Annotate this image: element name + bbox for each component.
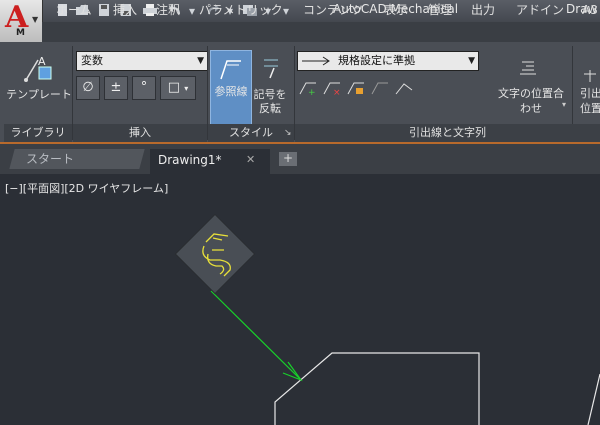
leader-extra-label[interactable]: 引出 位置 bbox=[580, 86, 600, 116]
tab-annotate[interactable]: 注釈 bbox=[156, 1, 180, 19]
drawing-tab-label: Drawing1* bbox=[158, 153, 222, 167]
tab-manage[interactable]: 管理 bbox=[428, 1, 452, 19]
leader-text-panel-title: 引出線と文字列 bbox=[295, 124, 600, 142]
chevron-down-icon: ▼ bbox=[468, 56, 475, 66]
tab-output[interactable]: 出力 bbox=[471, 1, 495, 19]
tab-home[interactable]: ホーム bbox=[56, 1, 92, 19]
leader-arrow-icon bbox=[302, 56, 330, 66]
leader-line bbox=[210, 290, 301, 380]
chevron-down-icon: ▼ bbox=[32, 15, 39, 24]
reference-line-button[interactable]: 参照線 bbox=[210, 50, 252, 126]
chevron-down-icon[interactable]: ▾ bbox=[562, 100, 566, 109]
plus-minus-symbol-button[interactable]: ± bbox=[104, 76, 128, 100]
svg-text:A: A bbox=[38, 55, 46, 68]
symbol-flip-label[interactable]: 記号を反転 bbox=[250, 88, 290, 116]
chevron-down-icon: ▾ bbox=[184, 84, 189, 93]
square-symbol-label: □ bbox=[167, 80, 181, 95]
symbol-flip-icon[interactable] bbox=[260, 54, 282, 83]
svg-text:×: × bbox=[333, 88, 341, 96]
app-sub-label: M bbox=[16, 28, 25, 38]
variable-combo[interactable]: 変数 ▼ bbox=[76, 51, 208, 71]
attach-leader-icon[interactable] bbox=[346, 80, 366, 99]
tab-addins[interactable]: アドイン bbox=[516, 1, 564, 19]
insert-panel-title: 挿入 bbox=[73, 124, 207, 142]
svg-text:+: + bbox=[308, 88, 316, 96]
degree-symbol-button[interactable]: ° bbox=[132, 76, 156, 100]
leader-shape-icon[interactable] bbox=[394, 80, 414, 99]
tab-insert[interactable]: 挿入 bbox=[113, 1, 137, 19]
tab-content[interactable]: コンテンツ bbox=[303, 1, 363, 19]
chevron-down-icon[interactable]: ▾ bbox=[184, 3, 200, 19]
chevron-down-icon: ▼ bbox=[197, 56, 204, 66]
add-tab-button[interactable]: + bbox=[279, 152, 297, 166]
reference-line-label: 参照線 bbox=[214, 85, 248, 98]
close-icon[interactable]: ✕ bbox=[246, 153, 255, 166]
variable-combo-value: 変数 bbox=[81, 54, 103, 67]
template-button-label[interactable]: テンプレート bbox=[4, 88, 74, 102]
square-symbol-button[interactable]: □ ▾ bbox=[160, 76, 196, 100]
add-leader-icon[interactable]: + bbox=[298, 80, 318, 99]
reference-line-icon bbox=[220, 60, 241, 80]
remove-leader-icon[interactable]: × bbox=[322, 80, 342, 99]
start-tab-label: スタート bbox=[26, 152, 75, 166]
leader-vertex-icon[interactable] bbox=[370, 80, 390, 99]
drawing-svg bbox=[174, 213, 600, 425]
tab-view[interactable]: 表示 bbox=[384, 1, 408, 19]
standard-combo[interactable]: 規格設定に準拠 ▼ bbox=[297, 51, 479, 71]
part-edge bbox=[587, 373, 600, 425]
panel-launcher-icon[interactable]: ↘ bbox=[284, 128, 292, 138]
ribbon-tab-bar bbox=[42, 22, 600, 42]
start-tab[interactable]: スタート bbox=[9, 149, 145, 169]
leader-extra-bottom: 位置 bbox=[580, 102, 600, 115]
style-panel-title: スタイル bbox=[208, 124, 294, 142]
tab-a3[interactable]: A3 bbox=[582, 1, 598, 19]
library-panel-title: ライブラリ bbox=[4, 124, 72, 142]
save-icon[interactable] bbox=[96, 3, 112, 19]
part-outline bbox=[274, 352, 480, 425]
leader-extra-top: 引出 bbox=[580, 87, 600, 100]
template-icon[interactable]: A bbox=[22, 54, 54, 87]
align-text-icon[interactable] bbox=[518, 58, 538, 81]
application-menu-button[interactable]: A M ▼ bbox=[0, 0, 43, 42]
tab-parametric[interactable]: パラメトリック bbox=[199, 1, 283, 19]
surface-symbol[interactable] bbox=[174, 213, 256, 295]
align-text-label[interactable]: 文字の位置合わせ bbox=[496, 86, 566, 116]
diameter-symbol-button[interactable]: ∅ bbox=[76, 76, 100, 100]
standard-combo-value: 規格設定に準拠 bbox=[338, 54, 415, 67]
